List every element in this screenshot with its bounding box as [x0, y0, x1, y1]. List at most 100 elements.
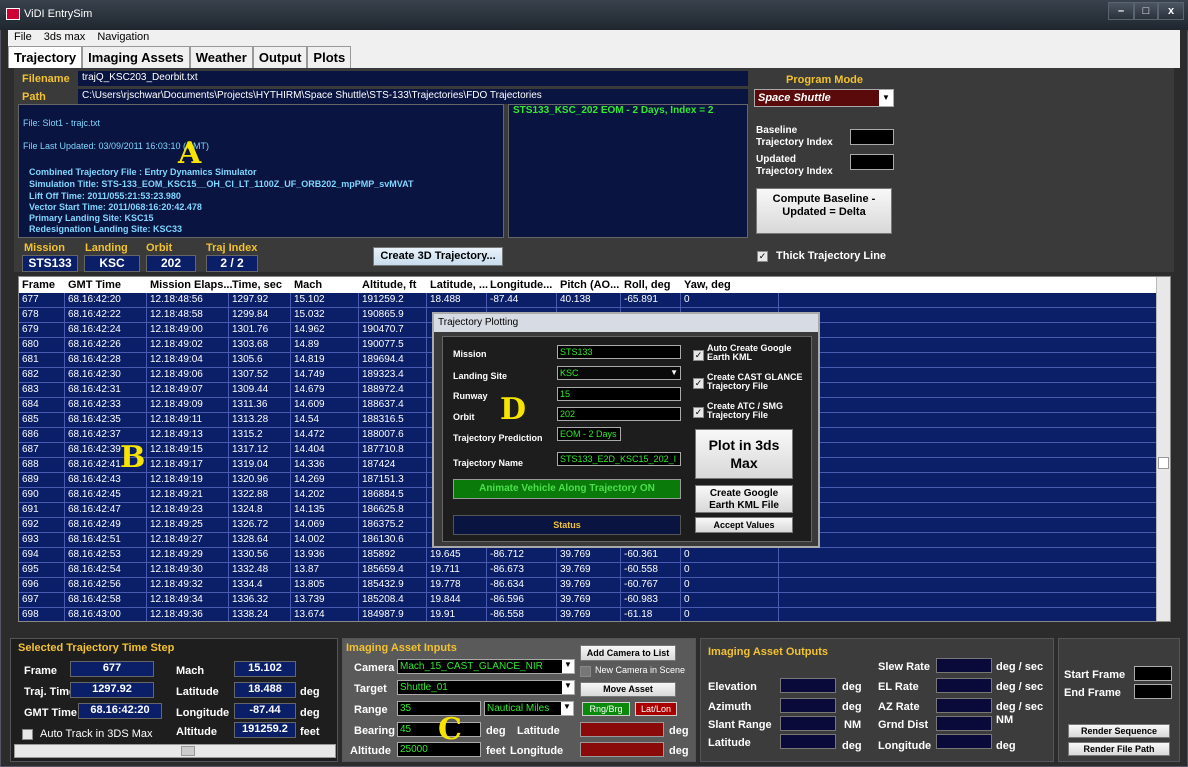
render-file-path-button[interactable]: Render File Path	[1068, 742, 1170, 756]
path-field[interactable]: C:\Users\rjschwar\Documents\Projects\HYT…	[78, 89, 748, 104]
maximize-button[interactable]: □	[1134, 2, 1158, 20]
new-camera-checkbox[interactable]	[580, 666, 591, 677]
menu-3dsmax[interactable]: 3ds max	[38, 30, 92, 44]
scrollbar-thumb[interactable]	[181, 746, 195, 756]
compute-delta-button[interactable]: Compute Baseline - Updated = Delta	[756, 188, 892, 234]
table-cell: 681	[19, 353, 65, 367]
table-cell	[779, 608, 1170, 621]
rng-brg-button[interactable]: Rng/Brg	[582, 702, 630, 716]
table-cell: 189323.4	[359, 368, 427, 382]
thick-line-checkbox[interactable]: ✓	[757, 251, 768, 262]
column-header[interactable]: Latitude, ...	[427, 277, 488, 293]
column-header[interactable]: GMT Time	[65, 277, 147, 293]
column-header[interactable]: Altitude, ft	[359, 277, 427, 293]
table-cell: 1322.88	[229, 488, 291, 502]
table-row[interactable]: 677 68.16:42:20 12.18:48:56 1297.92 15.102 19…	[19, 293, 1170, 308]
dialog-title: Trajectory Plotting	[434, 314, 818, 332]
tab-weather[interactable]: Weather	[189, 46, 253, 68]
table-cell: 697	[19, 593, 65, 607]
table-row[interactable]: 696 68.16:42:56 12.18:49:32 1334.4 13.805 185…	[19, 578, 1170, 593]
tab-strip: Trajectory Imaging Assets Weather Output Plo…	[8, 46, 1180, 68]
tab-output[interactable]: Output	[252, 46, 308, 68]
table-cell: 68.16:42:56	[65, 578, 147, 592]
table-cell: 190470.7	[359, 323, 427, 337]
column-header[interactable]: Roll, deg	[621, 277, 681, 293]
start-frame-input[interactable]	[1134, 666, 1172, 681]
info-combined: Combined Trajectory File : Entry Dynamic…	[29, 167, 257, 177]
longitude-input[interactable]	[580, 742, 664, 757]
create-kml-button[interactable]: Create Google Earth KML File	[695, 485, 793, 513]
grnd-dist-unit: NM	[996, 714, 1014, 726]
table-row[interactable]: 697 68.16:42:58 12.18:49:34 1336.32 13.739 18…	[19, 593, 1170, 608]
info-sim-title: Simulation Title: STS-133_EOM_KSC15__OH_…	[29, 179, 414, 189]
scrollbar-thumb[interactable]	[1158, 457, 1169, 469]
minimize-button[interactable]: –	[1108, 2, 1134, 20]
column-header[interactable]: Frame	[19, 277, 65, 293]
annotation-b: B	[120, 440, 146, 475]
tab-trajectory[interactable]: Trajectory	[8, 46, 83, 68]
chk-cast-glance[interactable]: ✓	[693, 378, 704, 389]
table-cell: 686	[19, 428, 65, 442]
table-cell: 679	[19, 323, 65, 337]
table-cell: 12.18:49:15	[147, 443, 229, 457]
target-select[interactable]: Shuttle_01 ▼	[397, 680, 575, 695]
table-cell: 1336.32	[229, 593, 291, 607]
dlg-name-input[interactable]: STS133_E2D_KSC15_202_I	[557, 452, 681, 466]
el-rate-value	[936, 678, 992, 693]
dlg-orbit-input[interactable]: 202	[557, 407, 681, 421]
start-frame-label: Start Frame	[1064, 669, 1126, 681]
accept-values-button[interactable]: Accept Values	[695, 517, 793, 533]
render-sequence-button[interactable]: Render Sequence	[1068, 724, 1170, 738]
column-header[interactable]: Yaw, deg	[681, 277, 779, 293]
menu-file[interactable]: File	[8, 30, 38, 44]
end-frame-input[interactable]	[1134, 684, 1172, 699]
camera-select[interactable]: Mach_15_CAST_GLANCE_NIR ▼	[397, 659, 575, 674]
add-camera-button[interactable]: Add Camera to List	[580, 645, 676, 661]
animate-toggle[interactable]: Animate Vehicle Along Trajectory ON	[453, 479, 681, 499]
gmt-time-label: GMT Time	[24, 707, 77, 719]
menu-navigation[interactable]: Navigation	[91, 30, 155, 44]
column-header[interactable]: Mach	[291, 277, 359, 293]
range-units-select[interactable]: Nautical Miles ▼	[484, 701, 574, 716]
table-cell: 186625.8	[359, 503, 427, 517]
create-3d-trajectory-button[interactable]: Create 3D Trajectory...	[373, 247, 503, 266]
slew-rate-label: Slew Rate	[878, 661, 930, 673]
table-scrollbar[interactable]	[1156, 277, 1170, 621]
table-cell: 12.18:49:32	[147, 578, 229, 592]
chk-google-kml[interactable]: ✓	[693, 350, 704, 361]
dlg-runway-input[interactable]: 15	[557, 387, 681, 401]
dlg-site-select[interactable]: KSC ▼	[557, 366, 681, 380]
longitude-input-unit: deg	[669, 745, 689, 757]
filename-field[interactable]: trajQ_KSC203_Deorbit.txt	[78, 71, 748, 86]
column-header[interactable]: Pitch (AO...	[557, 277, 621, 293]
el-rate-label: EL Rate	[878, 681, 919, 693]
lat-lon-button[interactable]: Lat/Lon	[635, 702, 677, 716]
table-row[interactable]: 695 68.16:42:54 12.18:49:30 1332.48 13.87 185…	[19, 563, 1170, 578]
table-row[interactable]: 694 68.16:42:53 12.18:49:29 1330.56 13.936 18…	[19, 548, 1170, 563]
column-header[interactable]: Mission Elaps...	[147, 277, 233, 293]
updated-index-input[interactable]	[850, 154, 894, 170]
chk-atc-smg[interactable]: ✓	[693, 407, 704, 418]
table-cell: 13.674	[291, 608, 359, 621]
dlg-pred-input[interactable]: EOM - 2 Days	[557, 427, 621, 441]
dlg-mission-input[interactable]: STS133	[557, 345, 681, 359]
table-row[interactable]: 698 68.16:43:00 12.18:49:36 1338.24 13.674 18…	[19, 608, 1170, 621]
column-header[interactable]: Time, sec	[229, 277, 291, 293]
program-mode-select[interactable]: Space Shuttle ▼	[754, 89, 894, 107]
time-step-scrollbar[interactable]	[14, 744, 336, 758]
grnd-dist-value	[936, 716, 992, 731]
tab-imaging-assets[interactable]: Imaging Assets	[82, 46, 190, 68]
table-cell: 18.488	[427, 293, 487, 307]
table-cell: 14.202	[291, 488, 359, 502]
close-button[interactable]: x	[1158, 2, 1184, 20]
plot-3dsmax-button[interactable]: Plot in 3ds Max	[695, 429, 793, 479]
latitude-input[interactable]	[580, 722, 664, 737]
move-asset-button[interactable]: Move Asset	[580, 682, 676, 697]
baseline-index-input[interactable]	[850, 129, 894, 145]
altitude-value: 191259.2	[234, 722, 296, 738]
auto-track-checkbox[interactable]	[22, 729, 33, 740]
table-cell: 688	[19, 458, 65, 472]
column-header[interactable]: Longitude...	[487, 277, 557, 293]
tab-plots[interactable]: Plots	[307, 46, 352, 68]
table-cell: 14.135	[291, 503, 359, 517]
